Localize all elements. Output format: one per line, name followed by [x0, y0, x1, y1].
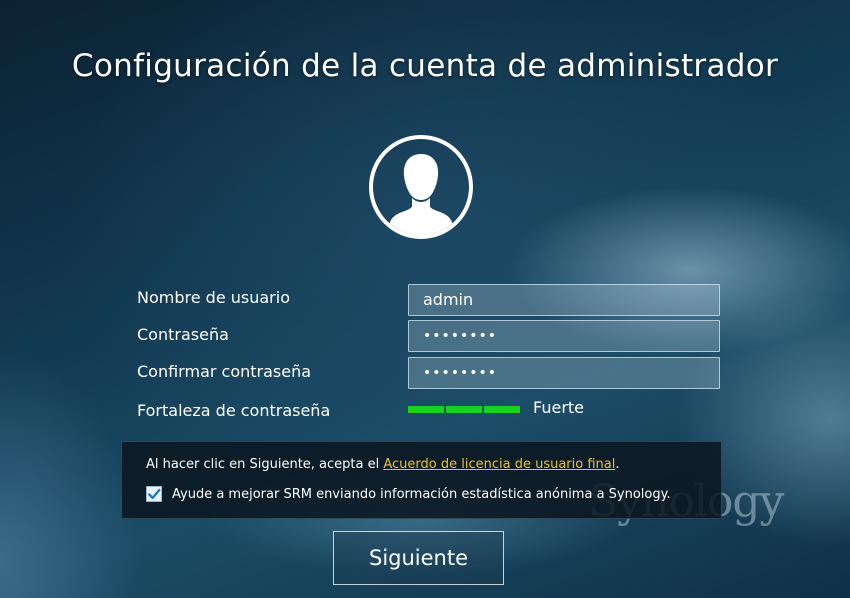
page-title: Configuración de la cuenta de administra…: [71, 48, 779, 84]
confirm-password-input[interactable]: ••••••••: [408, 357, 720, 389]
password-strength-value: Fuerte: [533, 398, 585, 417]
password-label: Contraseña: [137, 325, 229, 344]
password-strength-label: Fortaleza de contraseña: [137, 401, 331, 420]
improvement-checkbox-label[interactable]: Ayude a mejorar SRM enviando información…: [172, 487, 671, 502]
eula-link[interactable]: Acuerdo de licencia de usuario final: [383, 457, 615, 472]
improvement-checkbox[interactable]: [146, 486, 162, 502]
agreement-text-before: Al hacer clic en Siguiente, acepta el: [146, 457, 384, 472]
password-input[interactable]: ••••••••: [408, 320, 720, 352]
strength-segment: [408, 406, 444, 413]
strength-segment: [446, 406, 482, 413]
improvement-checkbox-row[interactable]: Ayude a mejorar SRM enviando información…: [146, 486, 671, 502]
username-label: Nombre de usuario: [137, 288, 290, 307]
user-avatar-icon: [368, 134, 474, 240]
next-button[interactable]: Siguiente: [333, 531, 504, 585]
strength-segment: [484, 406, 520, 413]
checkmark-icon: [148, 488, 161, 500]
agreement-text-after: .: [615, 457, 620, 472]
password-strength-meter: [408, 406, 520, 414]
confirm-password-label: Confirmar contraseña: [137, 362, 312, 381]
agreement-text: Al hacer clic en Siguiente, acepta el Ac…: [146, 457, 620, 472]
username-input[interactable]: admin: [408, 284, 720, 316]
agreement-panel: Al hacer clic en Siguiente, acepta el Ac…: [121, 441, 722, 519]
